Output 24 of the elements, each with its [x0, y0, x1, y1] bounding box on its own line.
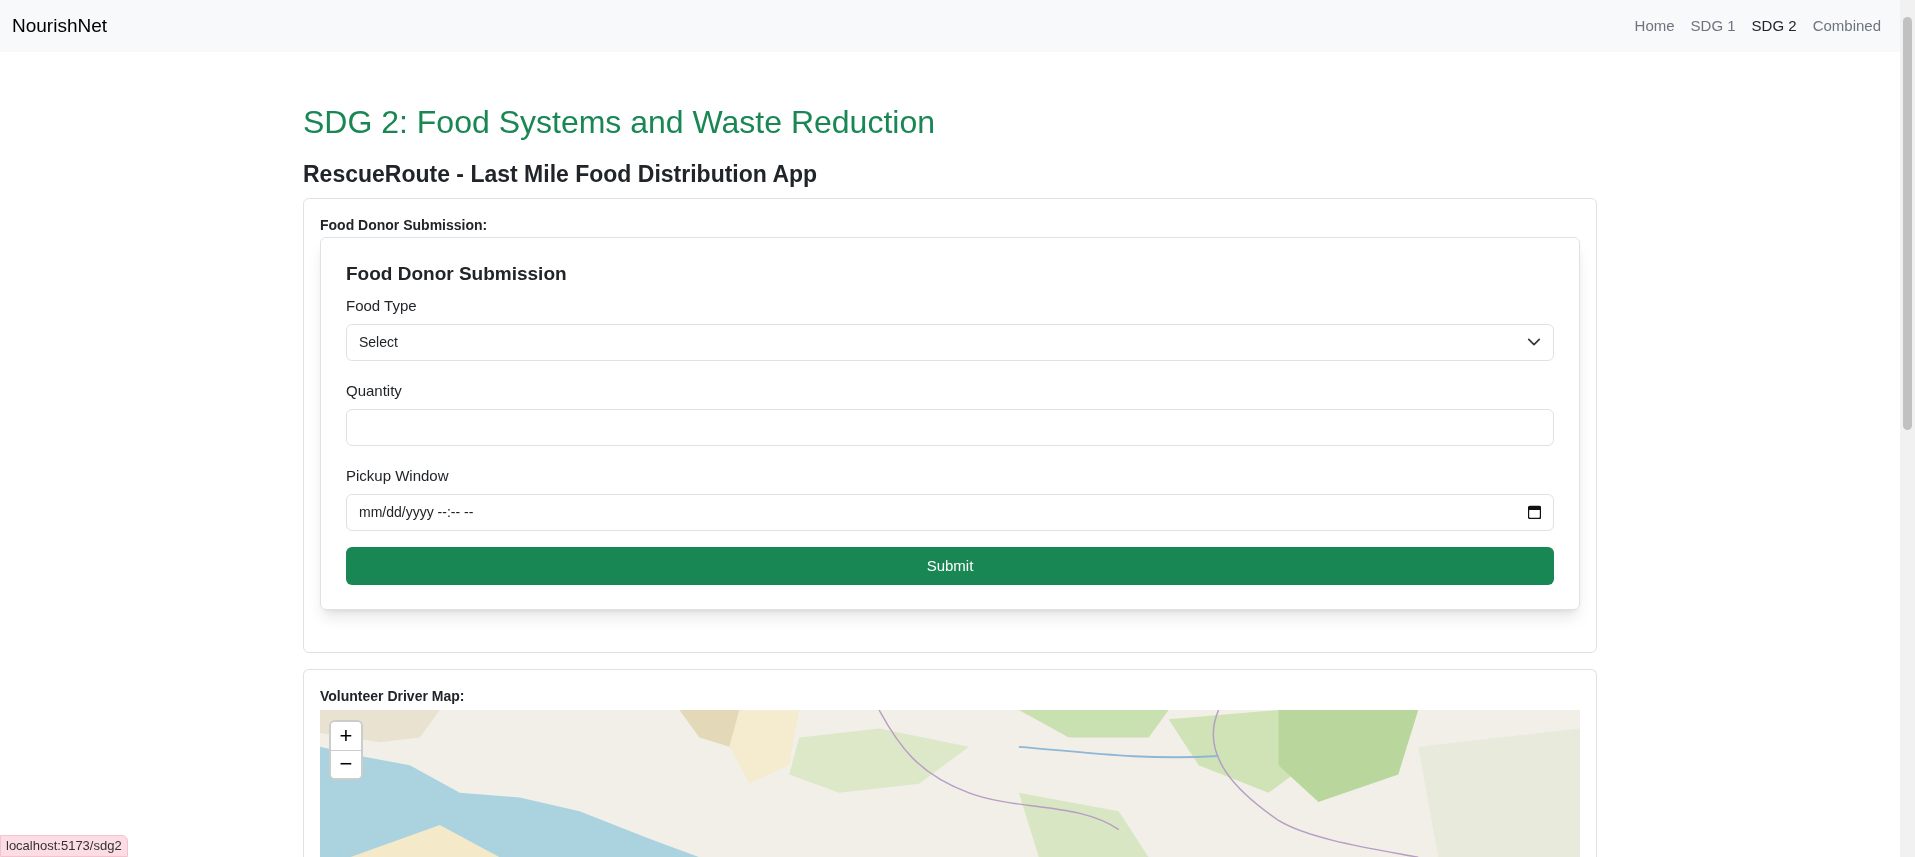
- scrollbar[interactable]: [1900, 0, 1915, 857]
- zoom-out-button[interactable]: −: [331, 749, 361, 778]
- date-time-placeholder: mm/dd/yyyy --:-- --: [359, 502, 474, 522]
- nav-link[interactable]: Home: [1634, 14, 1675, 38]
- brand-link[interactable]: NourishNet: [12, 11, 108, 41]
- page-heading: SDG 2: Food Systems and Waste Reduction: [303, 103, 936, 142]
- field-label: Quantity: [346, 380, 403, 401]
- food-type-select[interactable]: Select: [346, 323, 1554, 361]
- page-subheading: RescueRoute - Last Mile Food Distribution App: [303, 160, 819, 189]
- nav-link[interactable]: Combined: [1812, 14, 1881, 38]
- nav-link[interactable]: SDG 2: [1751, 14, 1797, 38]
- calendar-icon[interactable]: [1528, 505, 1541, 520]
- form-title: Food Donor Submission: [346, 261, 568, 286]
- quantity-field[interactable]: [346, 408, 1554, 446]
- scrollbar-thumb[interactable]: [1903, 17, 1912, 430]
- nav-link[interactable]: SDG 1: [1690, 14, 1736, 38]
- field-label: Pickup Window: [346, 465, 450, 486]
- date-time-field[interactable]: mm/dd/yyyy --:-- --: [346, 493, 1554, 531]
- field-label: Food Type: [346, 295, 418, 316]
- section-label: Volunteer Driver Map:: [320, 687, 466, 704]
- select-value: Select: [359, 332, 398, 352]
- status-url: localhost:5173/sdg2: [0, 835, 128, 857]
- section-label: Food Donor Submission:: [320, 216, 489, 233]
- submit-button[interactable]: Submit: [346, 546, 1554, 585]
